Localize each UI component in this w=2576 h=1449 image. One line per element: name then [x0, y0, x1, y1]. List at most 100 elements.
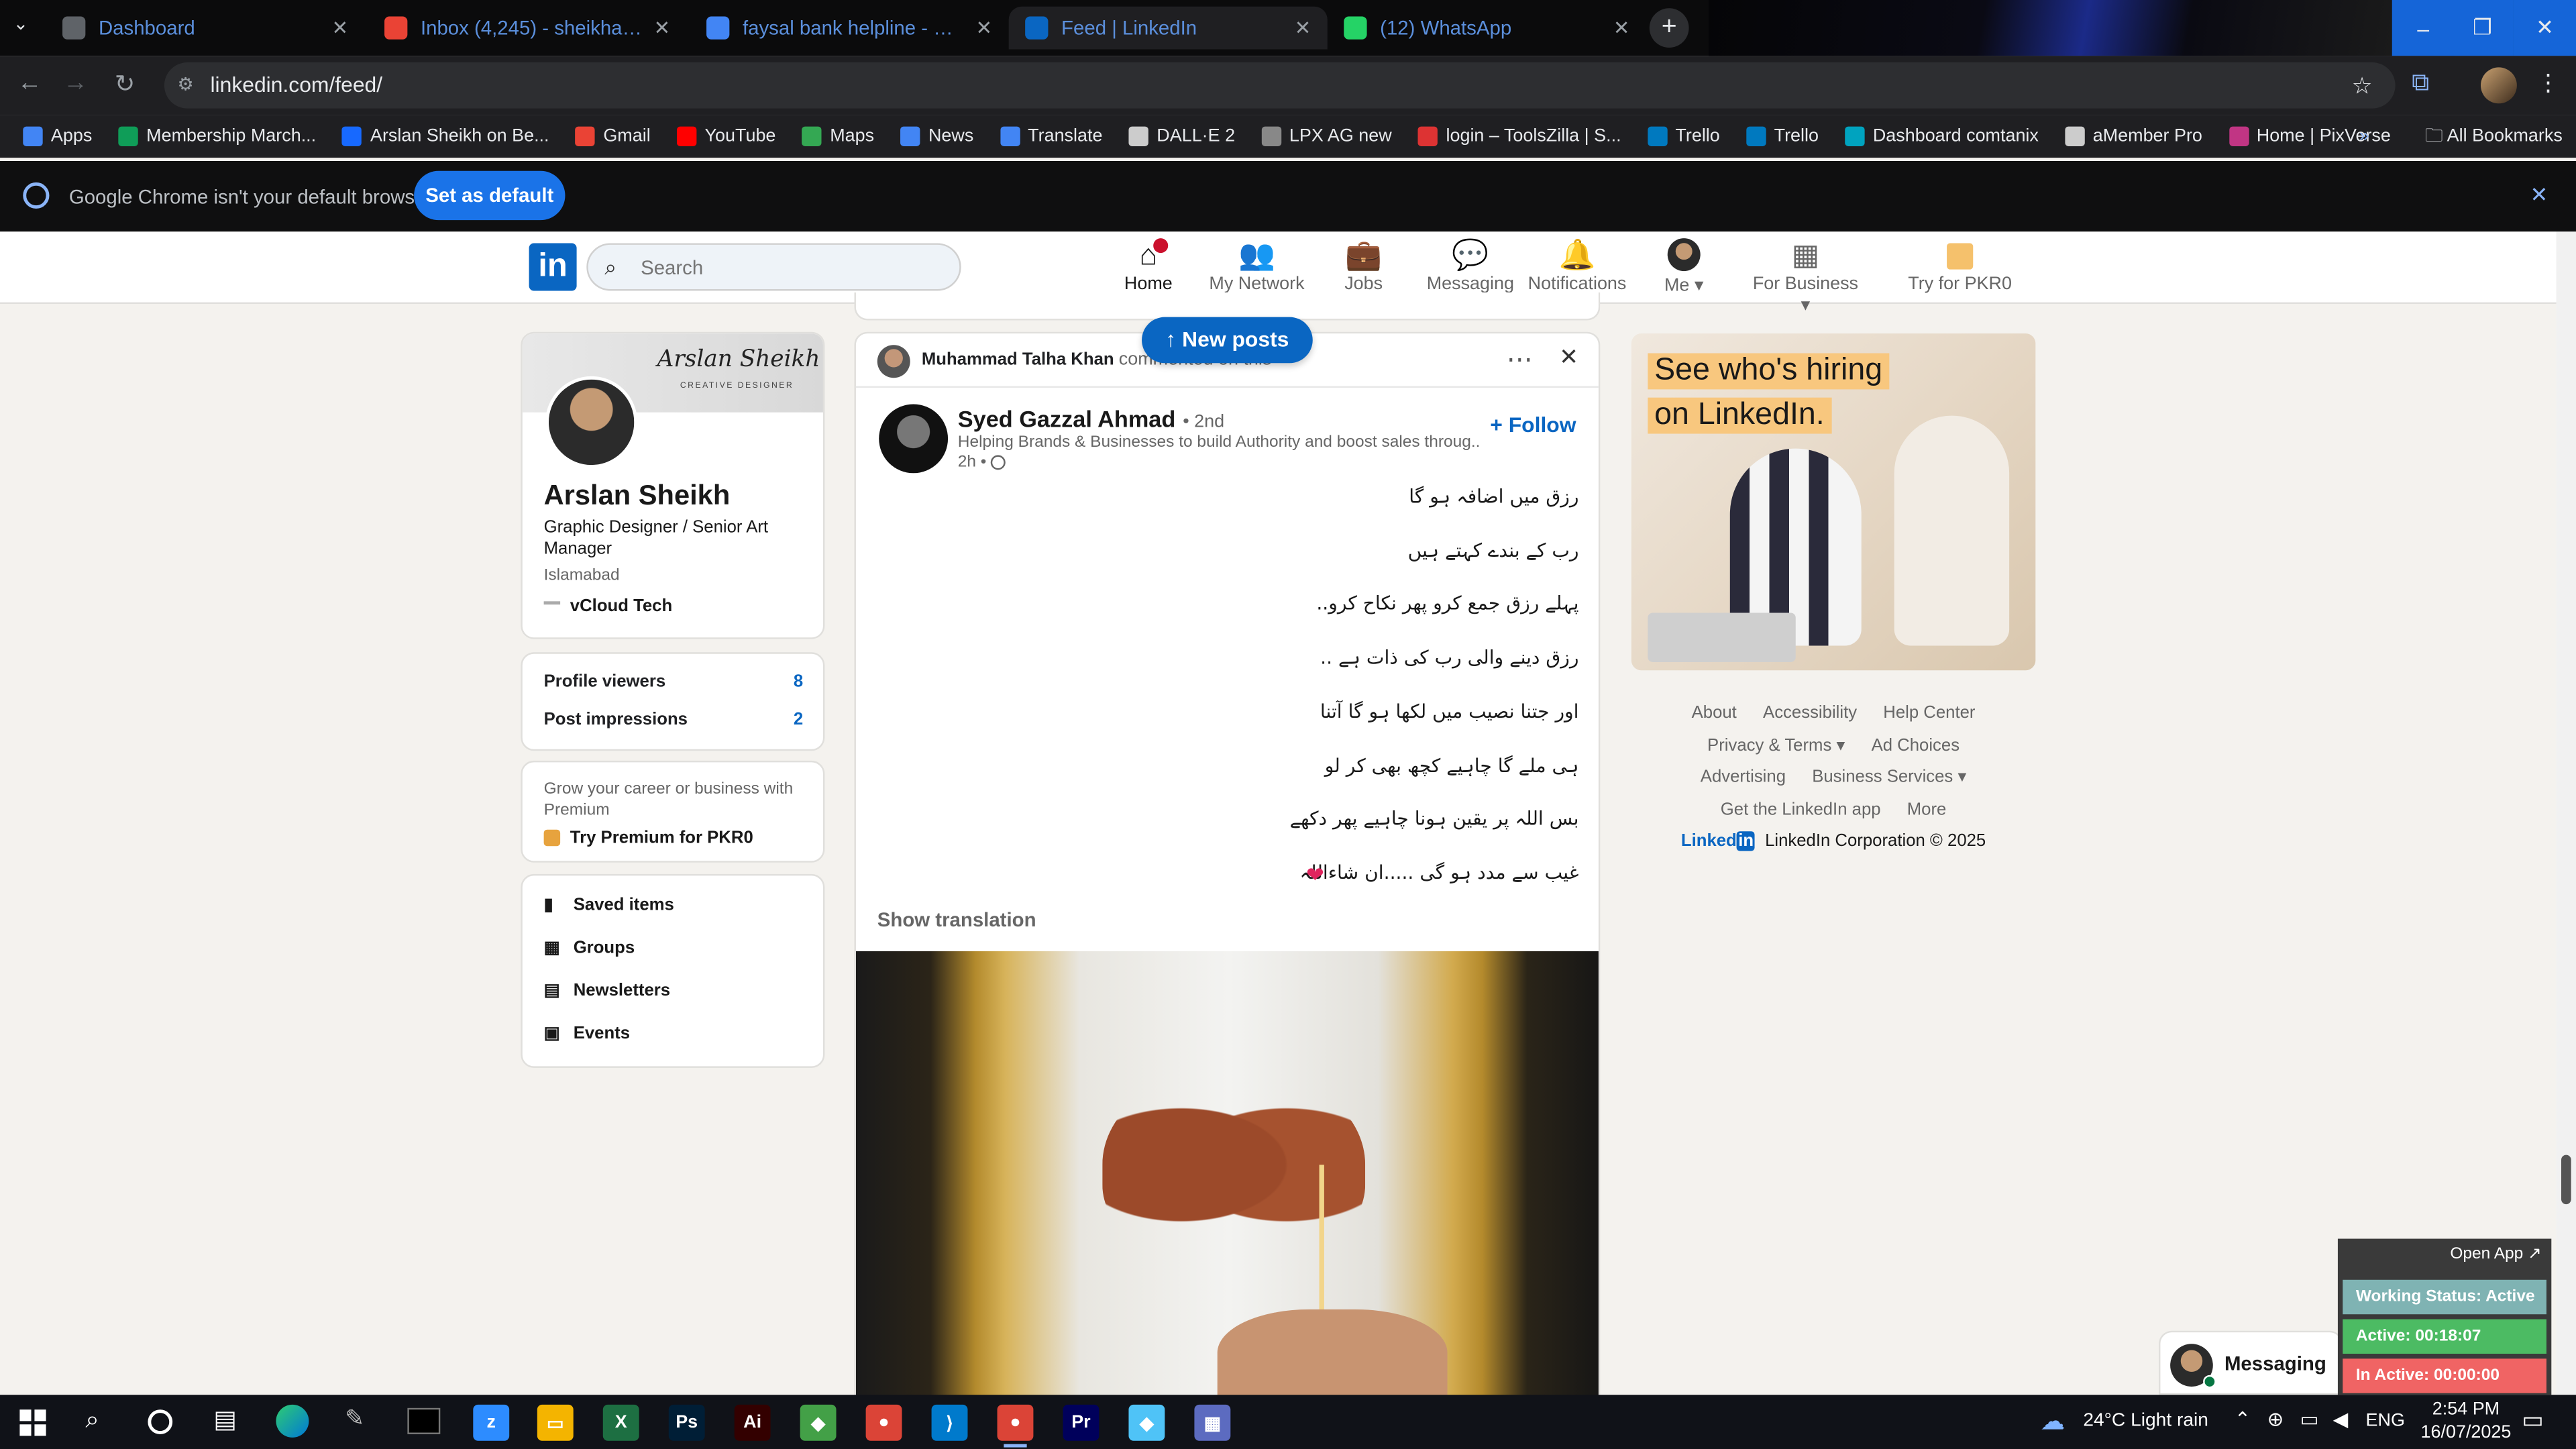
- follow-button[interactable]: + Follow: [1490, 413, 1576, 437]
- post-impressions-count[interactable]: 2: [794, 710, 803, 729]
- tab-close-icon[interactable]: ✕: [332, 16, 349, 39]
- bookmark-item[interactable]: News: [900, 126, 973, 146]
- messaging-bar[interactable]: Messaging: [2158, 1330, 2343, 1395]
- scrollbar-thumb[interactable]: [2561, 1155, 2571, 1205]
- page-scrollbar[interactable]: [2556, 231, 2576, 1395]
- profile-viewers-count[interactable]: 8: [794, 672, 803, 692]
- footer-link[interactable]: Help Center: [1883, 703, 1975, 722]
- premiere-icon[interactable]: Pr: [1063, 1404, 1099, 1441]
- task-view-icon[interactable]: ▤: [213, 1405, 237, 1434]
- footer-link[interactable]: Get the LinkedIn app: [1721, 799, 1881, 818]
- author-avatar[interactable]: [879, 404, 949, 474]
- calculator-icon[interactable]: ▦: [1194, 1404, 1231, 1441]
- nav-jobs[interactable]: 💼 Jobs: [1306, 238, 1421, 294]
- extensions-icon[interactable]: ⧉: [2412, 69, 2429, 97]
- nav-notifications[interactable]: 🔔 Notifications: [1519, 238, 1634, 294]
- nav-messaging[interactable]: 💬 Messaging: [1413, 238, 1527, 294]
- search-input[interactable]: [641, 253, 936, 283]
- weather-text[interactable]: 24°C Light rain: [2083, 1411, 2208, 1431]
- all-bookmarks-folder[interactable]: 🗀 All Bookmarks: [2425, 121, 2563, 152]
- bookmark-item[interactable]: Maps: [802, 126, 874, 146]
- tray-volume-icon[interactable]: ◀: [2333, 1408, 2349, 1431]
- footer-link[interactable]: About: [1692, 703, 1737, 722]
- greenshot-icon[interactable]: ◆: [800, 1404, 837, 1441]
- bookmark-item[interactable]: Arslan Sheikh on Be...: [342, 126, 549, 146]
- commenter-avatar[interactable]: [877, 345, 910, 378]
- tray-network-icon[interactable]: ⊕: [2267, 1408, 2284, 1431]
- restore-button[interactable]: ❐: [2451, 0, 2514, 56]
- nav-me[interactable]: Me ▾: [1627, 238, 1741, 296]
- tab-search-icon[interactable]: ⌄: [13, 13, 29, 34]
- bookmark-star-icon[interactable]: ☆: [2352, 62, 2373, 109]
- chrome-icon[interactable]: ●: [865, 1404, 902, 1441]
- footer-link[interactable]: More: [1907, 799, 1947, 818]
- profile-avatar[interactable]: [2480, 67, 2517, 104]
- nav-for-business[interactable]: ▦ For Business ▾: [1748, 238, 1863, 315]
- bookmark-item[interactable]: LPX AG new: [1261, 126, 1392, 146]
- open-app-link[interactable]: Open App ↗: [2450, 1245, 2541, 1263]
- hiring-ad[interactable]: See who's hiring on LinkedIn.: [1631, 333, 2036, 671]
- photoshop-icon[interactable]: Ps: [668, 1404, 705, 1441]
- forward-icon[interactable]: →: [59, 69, 92, 97]
- chrome-active-icon[interactable]: ●: [997, 1404, 1034, 1448]
- app-diamond-icon[interactable]: ◆: [1128, 1404, 1165, 1441]
- reload-icon[interactable]: ↻: [109, 69, 142, 99]
- nav-try-for-pkr0[interactable]: Try for PKR0: [1902, 238, 2017, 294]
- footer-link[interactable]: Accessibility: [1763, 703, 1857, 722]
- tab-close-icon[interactable]: ✕: [1613, 16, 1630, 39]
- notifications-icon[interactable]: ▭: [2522, 1406, 2543, 1434]
- browser-tab[interactable]: faysal bank helpline - Google S ✕: [690, 7, 1009, 50]
- browser-tab[interactable]: (12) WhatsApp ✕: [1328, 7, 1646, 50]
- show-translation-link[interactable]: Show translation: [877, 908, 1036, 931]
- post-more-icon[interactable]: ⋯: [1507, 343, 1533, 376]
- bookmark-item[interactable]: Apps: [23, 126, 92, 146]
- bookmark-item[interactable]: aMember Pro: [2065, 126, 2202, 146]
- set-default-button[interactable]: Set as default: [414, 170, 566, 221]
- bookmark-item[interactable]: Membership March...: [118, 126, 316, 146]
- profile-viewers-label[interactable]: Profile viewers: [544, 672, 666, 692]
- footer-link[interactable]: Business Services ▾: [1812, 767, 1966, 787]
- bookmark-item[interactable]: login – ToolsZilla | S...: [1417, 126, 1621, 146]
- browser-tab[interactable]: Feed | LinkedIn ✕: [1008, 6, 1328, 50]
- profile-photo[interactable]: [545, 376, 638, 468]
- shortcut-saved-items[interactable]: ▮ Saved items: [544, 896, 674, 915]
- terminal-icon[interactable]: [407, 1407, 441, 1434]
- bookmark-item[interactable]: Trello: [1647, 126, 1720, 146]
- new-tab-button[interactable]: +: [1649, 8, 1689, 48]
- pen-icon[interactable]: ✎: [345, 1405, 364, 1433]
- shortcut-groups[interactable]: ▦ Groups: [544, 938, 635, 957]
- close-window-button[interactable]: ✕: [2513, 0, 2576, 56]
- excel-icon[interactable]: X: [602, 1404, 639, 1441]
- shortcut-events[interactable]: ▣ Events: [544, 1024, 630, 1043]
- browser-tab[interactable]: Inbox (4,245) - sheikharsl01@g ✕: [368, 7, 687, 50]
- profile-name[interactable]: Arslan Sheikh: [544, 480, 731, 513]
- bookmark-item[interactable]: Dashboard comtanix: [1845, 126, 2039, 146]
- close-infobar-icon[interactable]: ✕: [2530, 182, 2548, 209]
- chrome-menu-icon[interactable]: ⋮: [2536, 69, 2559, 97]
- nav-my-network[interactable]: 👥 My Network: [1199, 238, 1314, 294]
- footer-link[interactable]: Ad Choices: [1872, 735, 1960, 755]
- search-box[interactable]: ⌕: [586, 243, 961, 291]
- start-icon[interactable]: [19, 1409, 46, 1436]
- browser-tab[interactable]: Dashboard ✕: [46, 7, 365, 50]
- commenter-name[interactable]: Muhammad Talha Khan: [922, 350, 1114, 370]
- clock-time[interactable]: 2:54 PM: [2425, 1400, 2507, 1419]
- vscode-icon[interactable]: ⟩: [931, 1404, 968, 1441]
- language-indicator[interactable]: ENG: [2366, 1411, 2405, 1431]
- more-bookmarks-icon[interactable]: »: [2359, 127, 2369, 146]
- illustrator-icon[interactable]: Ai: [734, 1404, 771, 1441]
- tab-close-icon[interactable]: ✕: [654, 16, 671, 39]
- tab-close-icon[interactable]: ✕: [1295, 16, 1311, 39]
- tab-close-icon[interactable]: ✕: [976, 16, 993, 39]
- shortcut-newsletters[interactable]: ▤ Newsletters: [544, 981, 670, 1000]
- new-posts-button[interactable]: ↑ New posts: [1142, 317, 1313, 364]
- bookmark-item[interactable]: Translate: [1000, 126, 1102, 146]
- bookmark-item[interactable]: Gmail: [575, 126, 651, 146]
- address-bar[interactable]: ⚙ linkedin.com/feed/ ☆: [164, 62, 2396, 109]
- linkedin-logo[interactable]: in: [529, 243, 577, 291]
- footer-link[interactable]: Advertising: [1701, 767, 1786, 787]
- post-impressions-label[interactable]: Post impressions: [544, 710, 688, 729]
- bookmark-item[interactable]: DALL·E 2: [1128, 126, 1235, 146]
- search-taskbar-icon[interactable]: ⌕: [85, 1406, 99, 1434]
- cortana-icon[interactable]: [148, 1409, 173, 1434]
